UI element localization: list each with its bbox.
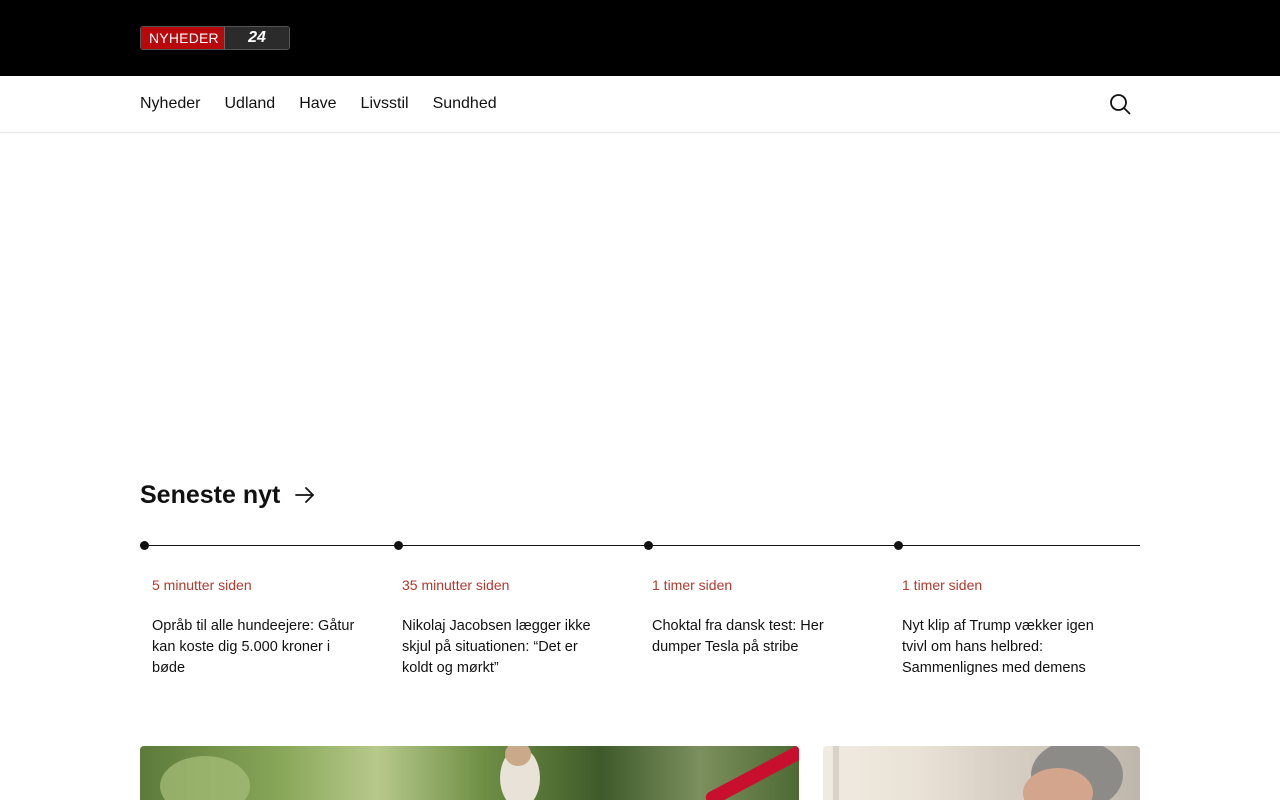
timeline-line <box>140 545 1140 546</box>
nav-item-livsstil[interactable]: Livsstil <box>361 95 409 113</box>
image-figure <box>703 746 799 800</box>
logo-text-nyheder: NYHEDER <box>141 27 224 49</box>
top-bar: NYHEDER 24 <box>0 0 1280 76</box>
main-nav: Nyheder Udland Have Livsstil Sundhed <box>0 76 1280 133</box>
nav-item-nyheder[interactable]: Nyheder <box>140 95 200 113</box>
news-headline[interactable]: Opråb til alle hundeejere: Gåtur kan kos… <box>152 616 362 679</box>
logo-text-24: 24 <box>224 27 289 49</box>
latest-news-header[interactable]: Seneste nyt <box>140 480 316 510</box>
nav-links: Nyheder Udland Have Livsstil Sundhed <box>140 76 521 132</box>
timeline-dot <box>140 541 149 550</box>
nav-item-udland[interactable]: Udland <box>224 95 275 113</box>
latest-news-item[interactable]: 1 timer siden Choktal fra dansk test: He… <box>652 575 862 658</box>
article-card-image[interactable] <box>823 746 1140 800</box>
search-button[interactable] <box>1108 92 1132 116</box>
image-figure <box>160 756 250 800</box>
nav-item-sundhed[interactable]: Sundhed <box>433 95 497 113</box>
ad-placeholder <box>140 133 1140 453</box>
news-timestamp: 35 minutter siden <box>402 577 510 593</box>
site-logo[interactable]: NYHEDER 24 <box>140 26 290 50</box>
news-timestamp: 1 timer siden <box>902 577 983 593</box>
latest-news-item[interactable]: 5 minutter siden Opråb til alle hundeeje… <box>152 575 362 679</box>
news-timestamp: 1 timer siden <box>652 577 733 593</box>
news-headline[interactable]: Choktal fra dansk test: Her dumper Tesla… <box>652 616 862 658</box>
news-headline[interactable]: Nyt klip af Trump vækker igen tvivl om h… <box>902 616 1112 679</box>
timeline-dot <box>644 541 653 550</box>
article-card-image[interactable] <box>140 746 799 800</box>
arrow-right-icon[interactable] <box>294 484 316 506</box>
nav-item-have[interactable]: Have <box>299 95 336 113</box>
latest-news-item[interactable]: 35 minutter siden Nikolaj Jacobsen lægge… <box>402 575 612 679</box>
image-figure <box>833 746 839 800</box>
timeline-dot <box>394 541 403 550</box>
latest-news-title: Seneste nyt <box>140 480 281 509</box>
search-icon <box>1110 94 1131 115</box>
latest-news-item[interactable]: 1 timer siden Nyt klip af Trump vækker i… <box>902 575 1112 679</box>
news-timestamp: 5 minutter siden <box>152 577 252 593</box>
timeline-dot <box>894 541 903 550</box>
news-headline[interactable]: Nikolaj Jacobsen lægger ikke skjul på si… <box>402 616 612 679</box>
